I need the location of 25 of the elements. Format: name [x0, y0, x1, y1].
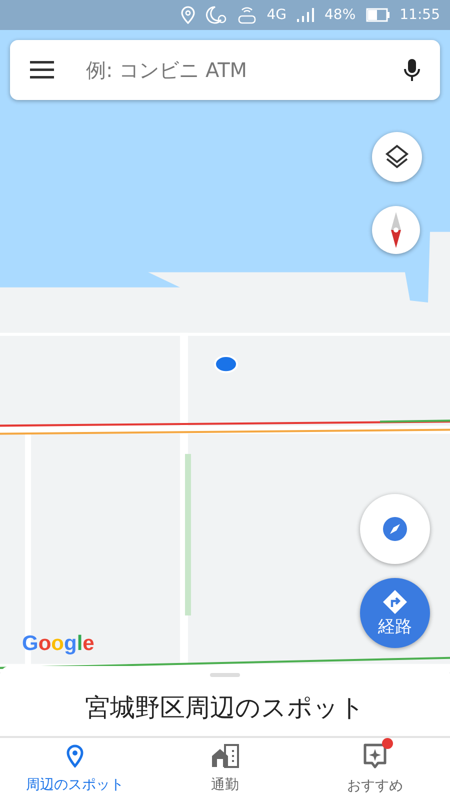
location-icon — [180, 6, 195, 24]
sheet-title: 宮城野区周辺のスポット — [85, 692, 365, 724]
clock: 11:55 — [400, 7, 440, 23]
menu-icon[interactable] — [30, 61, 54, 79]
compass-needle-icon — [389, 212, 403, 248]
signal-icon — [296, 8, 315, 22]
turn-sign-icon — [382, 588, 408, 614]
battery-percent: 48% — [324, 7, 356, 23]
layers-icon — [384, 144, 410, 170]
battery-icon — [366, 8, 390, 22]
nav-tab[interactable]: 通勤 — [150, 738, 300, 800]
search-bar[interactable]: 例: コンビニ ATM — [10, 40, 440, 100]
network-type: 4G — [266, 7, 287, 23]
moon-alarm-icon — [204, 6, 227, 24]
nav-tab[interactable]: おすすめ — [300, 738, 450, 800]
nav-tab[interactable]: 周辺のスポット — [0, 738, 150, 800]
drag-handle[interactable] — [210, 673, 240, 677]
logo: Google — [22, 632, 94, 656]
buildings-icon — [210, 744, 240, 768]
search-field[interactable]: 例: コンビニ ATM — [84, 57, 374, 83]
location-pin-icon — [65, 744, 85, 768]
sparkle-bubble-icon — [363, 743, 387, 769]
volte-icon — [236, 6, 257, 24]
compass-icon — [383, 517, 407, 541]
microphone-icon[interactable] — [404, 58, 420, 82]
